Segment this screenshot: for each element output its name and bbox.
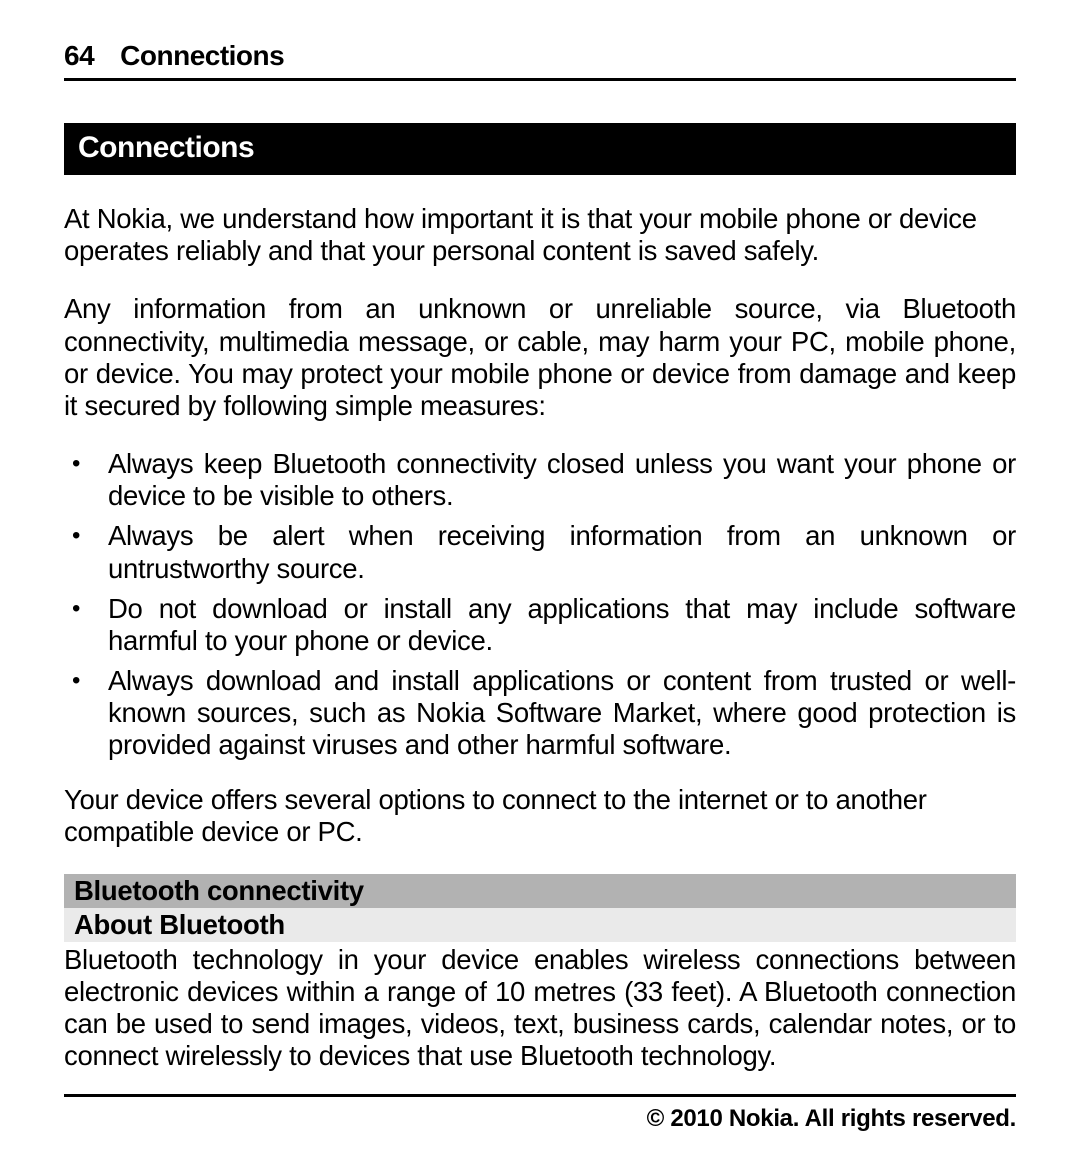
intro-paragraph-2: Any information from an unknown or unrel… bbox=[64, 293, 1016, 422]
outro-paragraph: Your device offers several options to co… bbox=[64, 784, 1016, 848]
list-item: Always keep Bluetooth connectivity close… bbox=[64, 448, 1016, 512]
subsection-heading-secondary: About Bluetooth bbox=[64, 908, 1016, 942]
document-page: 64 Connections Connections At Nokia, we … bbox=[0, 0, 1080, 1173]
intro-paragraph-1: At Nokia, we understand how important it… bbox=[64, 203, 1016, 267]
list-item: Do not download or install any applicati… bbox=[64, 593, 1016, 657]
list-item: Always download and install applications… bbox=[64, 665, 1016, 762]
page-number: 64 bbox=[64, 40, 94, 72]
list-item: Always be alert when receiving informati… bbox=[64, 520, 1016, 584]
page-header: 64 Connections bbox=[64, 40, 1016, 81]
bullet-list: Always keep Bluetooth connectivity close… bbox=[64, 448, 1016, 762]
page-footer: © 2010 Nokia. All rights reserved. bbox=[64, 1094, 1016, 1133]
subsection-body: Bluetooth technology in your device enab… bbox=[64, 944, 1016, 1073]
copyright-text: © 2010 Nokia. All rights reserved. bbox=[647, 1105, 1016, 1132]
header-title: Connections bbox=[120, 40, 284, 72]
section-heading: Connections bbox=[64, 123, 1016, 175]
subsection-heading-primary: Bluetooth connectivity bbox=[64, 874, 1016, 908]
